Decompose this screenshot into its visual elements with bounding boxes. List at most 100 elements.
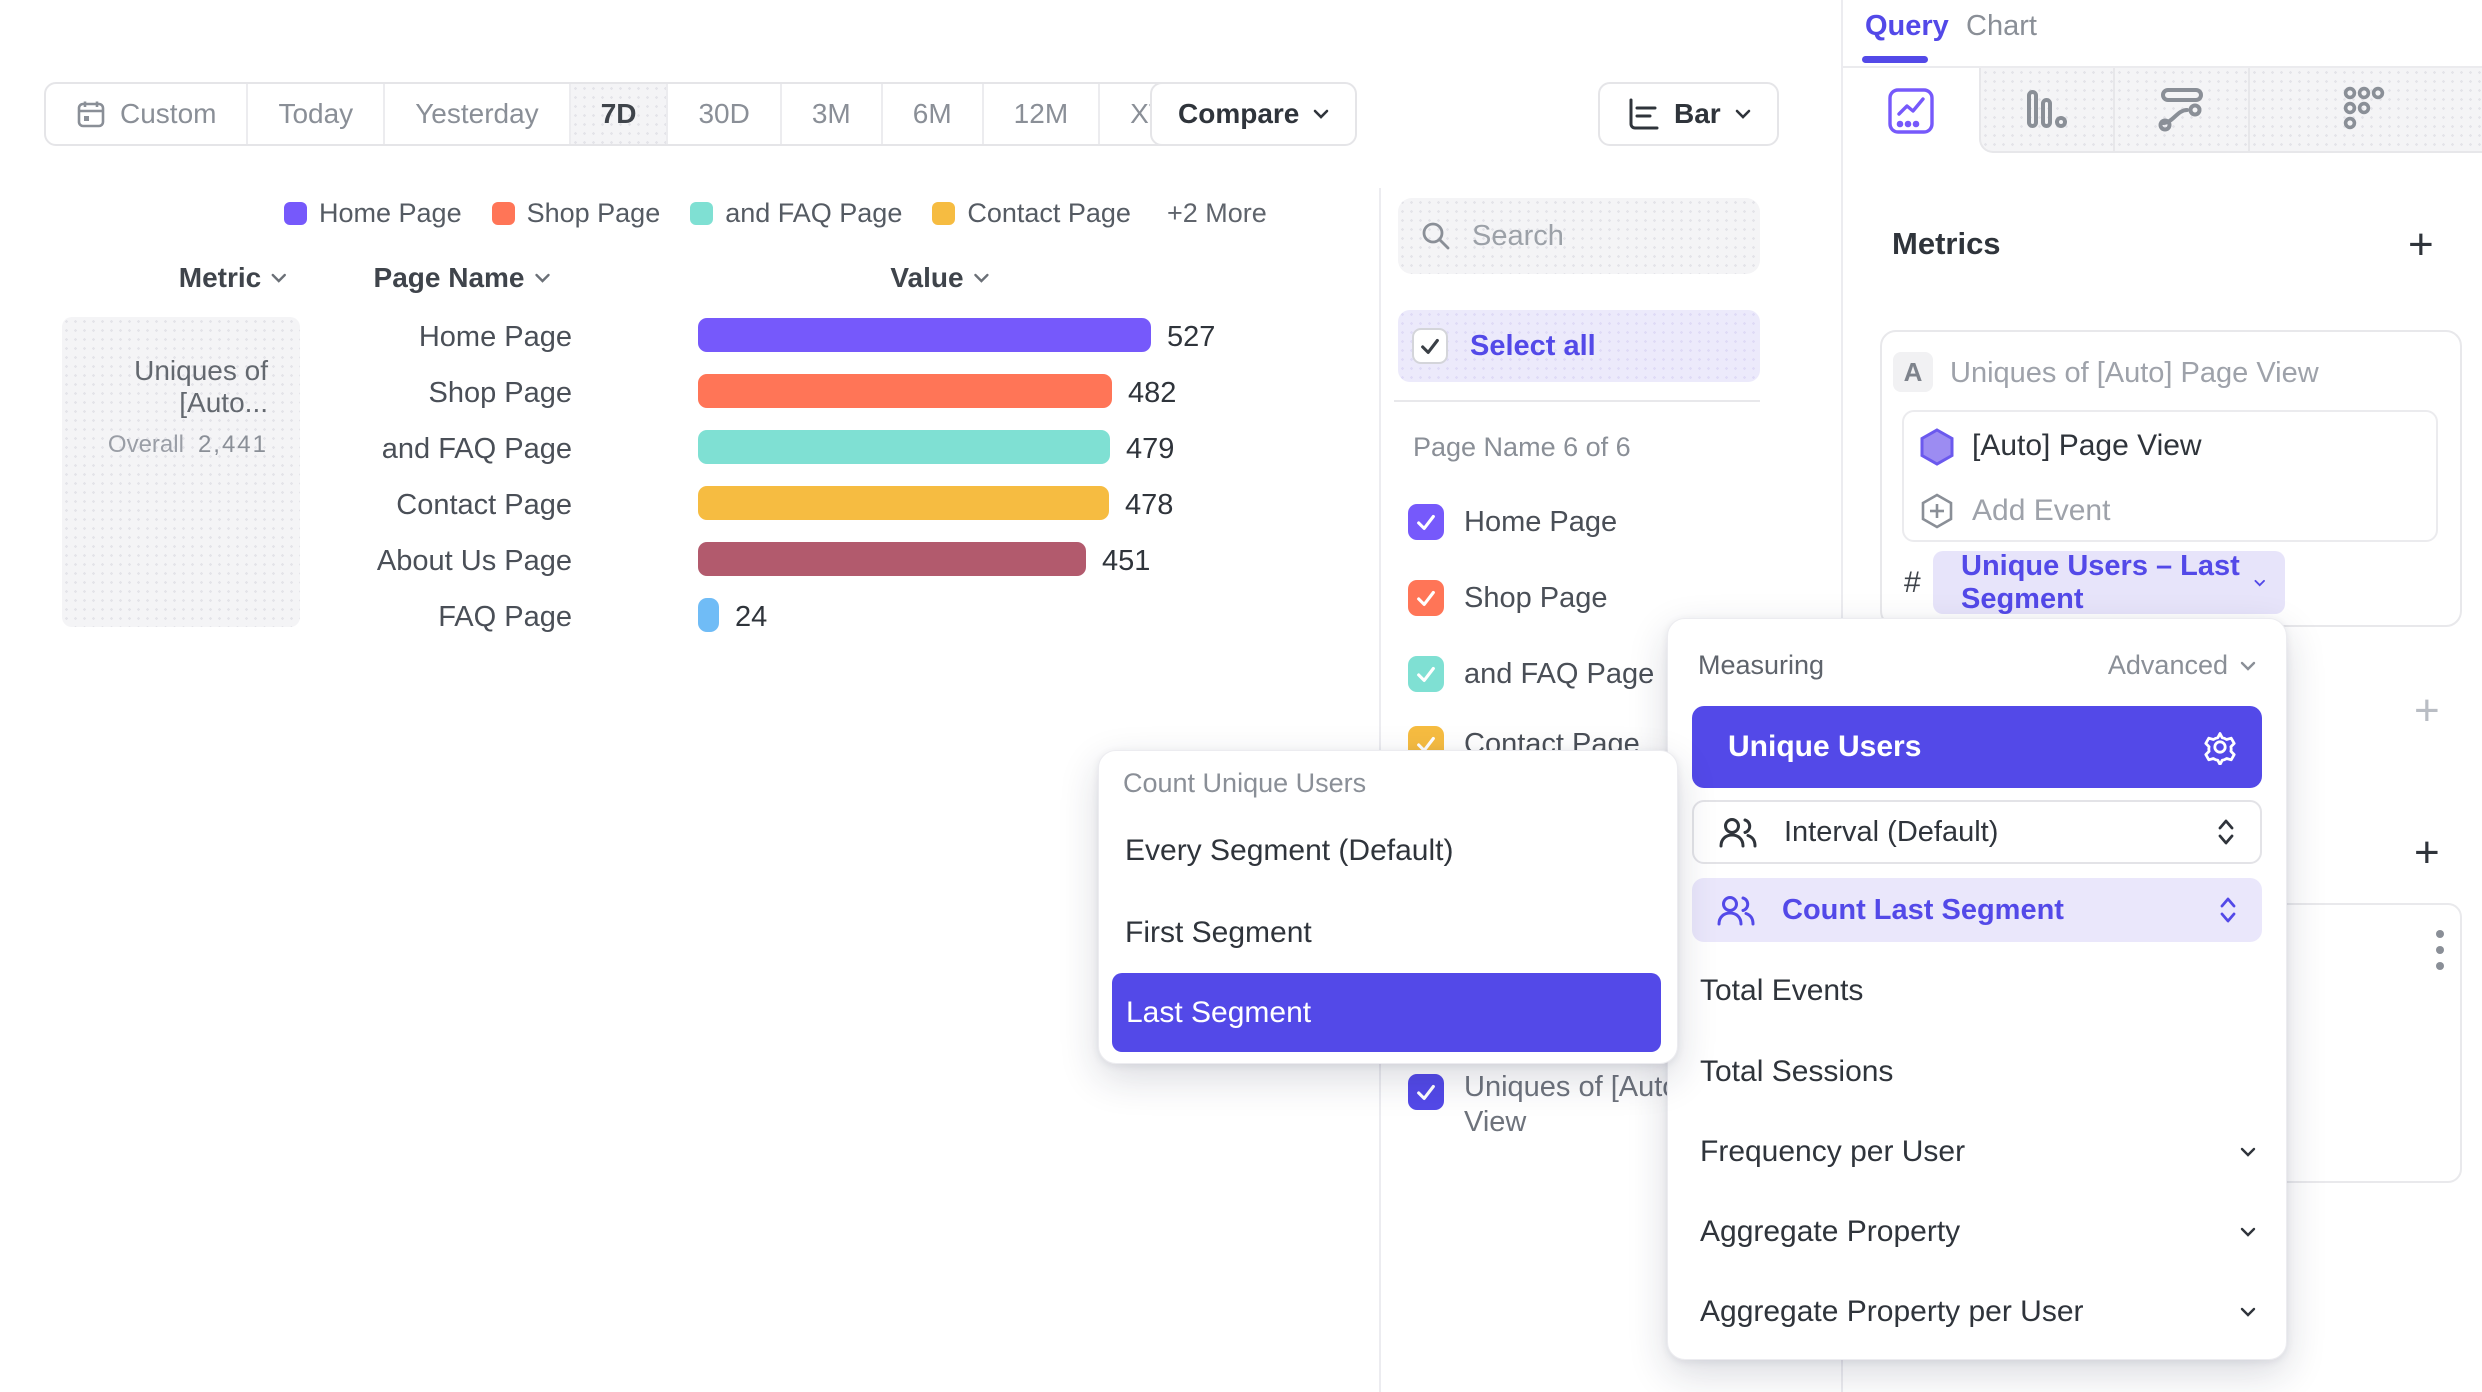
search-icon: [1420, 220, 1452, 252]
bar-shop-page[interactable]: [698, 374, 1112, 408]
stepper-icon[interactable]: [2216, 817, 2236, 847]
bar-value: 478: [1125, 489, 1173, 522]
list-item-label: Home Page: [1464, 506, 1617, 539]
row-label[interactable]: About Us Page: [242, 545, 572, 578]
event-name[interactable]: [Auto] Page View: [1972, 429, 2202, 463]
date-range-custom[interactable]: Custom: [46, 84, 248, 144]
flow-icon: [2155, 85, 2209, 135]
legend-label: Shop Page: [527, 198, 661, 229]
measuring-option-frequency-per-user[interactable]: Frequency per User: [1700, 1135, 2256, 1169]
advanced-toggle[interactable]: Advanced: [2040, 650, 2256, 681]
column-header-value[interactable]: Value: [890, 262, 989, 294]
date-range-12m[interactable]: 12M: [984, 84, 1100, 144]
segment-option-every-segment[interactable]: Every Segment (Default): [1125, 834, 1453, 868]
legend-item[interactable]: Home Page: [284, 198, 462, 229]
metric-cell-title: Uniques of [Auto...: [62, 355, 268, 419]
bar-home-page[interactable]: [698, 318, 1151, 352]
checkbox-checked[interactable]: [1408, 656, 1444, 692]
date-range-6m[interactable]: 6M: [883, 84, 984, 144]
active-tab-underline: [1862, 56, 1928, 63]
check-icon: [1415, 511, 1437, 533]
metric-cell-overall: Overall2,441: [62, 431, 268, 459]
select-all-row[interactable]: Select all: [1398, 310, 1760, 382]
row-label[interactable]: and FAQ Page: [242, 433, 572, 466]
viz-tab-funnels[interactable]: [1979, 68, 2113, 153]
select-all-checkbox[interactable]: [1412, 328, 1448, 364]
measure-dropdown-pill[interactable]: Unique Users – Last Segment: [1933, 551, 2285, 614]
date-range-label: Yesterday: [415, 98, 539, 130]
bar-value: 451: [1102, 545, 1150, 578]
measure-hash: #: [1904, 566, 1921, 600]
tab-chart[interactable]: Chart: [1966, 10, 2037, 43]
column-header-page-name[interactable]: Page Name: [374, 262, 551, 294]
segment-count-label: Page Name 6 of 6: [1413, 432, 1631, 463]
add-metric-button[interactable]: +: [2408, 230, 2434, 260]
search-input[interactable]: Search: [1398, 198, 1760, 274]
tab-query[interactable]: Query: [1865, 10, 1949, 43]
bar-value: 482: [1128, 377, 1176, 410]
measuring-option-aggregate-property-per-user[interactable]: Aggregate Property per User: [1700, 1295, 2256, 1329]
date-range-today[interactable]: Today: [248, 84, 385, 144]
row-label[interactable]: Shop Page: [242, 377, 572, 410]
legend-item[interactable]: Shop Page: [492, 198, 661, 229]
date-range-label: 12M: [1014, 98, 1068, 130]
measuring-row-count-last-segment[interactable]: Count Last Segment: [1692, 878, 2262, 942]
metric-cell[interactable]: Uniques of [Auto... Overall2,441: [62, 317, 300, 627]
chart-type-dropdown[interactable]: Bar: [1598, 82, 1779, 146]
viz-tab-flows[interactable]: [2113, 68, 2248, 153]
overall-label: Overall: [108, 431, 184, 458]
segment-option-last-segment-selected[interactable]: Last Segment: [1112, 973, 1661, 1052]
date-range-yesterday[interactable]: Yesterday: [385, 84, 571, 144]
measuring-option-unique-users-selected[interactable]: Unique Users: [1692, 706, 2262, 788]
date-range-7d-selected[interactable]: 7D: [571, 84, 669, 144]
legend-label: Home Page: [319, 198, 462, 229]
bar-chart-icon: [1626, 97, 1660, 131]
row-label: Interval (Default): [1784, 816, 2190, 849]
chart-legend: Home Page Shop Page and FAQ Page Contact…: [284, 198, 1267, 229]
chevron-down-icon: [534, 273, 550, 283]
row-label[interactable]: FAQ Page: [242, 601, 572, 634]
option-label: Total Events: [1700, 974, 1863, 1008]
measuring-option-total-sessions[interactable]: Total Sessions: [1700, 1055, 2256, 1089]
list-item-shop-page[interactable]: Shop Page: [1408, 580, 1608, 616]
gear-icon[interactable]: [2202, 729, 2238, 765]
advanced-label: Advanced: [2108, 650, 2228, 681]
segment-option-first-segment[interactable]: First Segment: [1125, 916, 1312, 950]
viz-tab-insights-active[interactable]: [1843, 68, 1979, 153]
row-label[interactable]: Contact Page: [242, 489, 572, 522]
legend-more[interactable]: +2 More: [1167, 198, 1267, 229]
date-range-label: 3M: [812, 98, 851, 130]
chevron-down-icon: [2254, 578, 2265, 588]
legend-label: Contact Page: [967, 198, 1131, 229]
add-filter-button[interactable]: +: [2414, 696, 2440, 726]
column-header-metric[interactable]: Metric: [179, 262, 287, 294]
check-icon: [1415, 1081, 1437, 1103]
date-range-3m[interactable]: 3M: [782, 84, 883, 144]
kebab-menu-icon[interactable]: [2432, 928, 2448, 974]
measuring-option-total-events[interactable]: Total Events: [1700, 974, 2256, 1008]
legend-item[interactable]: and FAQ Page: [690, 198, 902, 229]
bar-faq-page[interactable]: [698, 598, 719, 632]
checkbox-checked[interactable]: [1408, 1074, 1444, 1110]
list-item-and-faq-page[interactable]: and FAQ Page: [1408, 656, 1654, 692]
measuring-row-interval[interactable]: Interval (Default): [1692, 800, 2262, 864]
date-range-30d[interactable]: 30D: [668, 84, 781, 144]
measuring-option-aggregate-property[interactable]: Aggregate Property: [1700, 1215, 2256, 1249]
list-item-home-page[interactable]: Home Page: [1408, 504, 1617, 540]
users-icon: [1718, 815, 1758, 849]
compare-button[interactable]: Compare: [1150, 82, 1357, 146]
stepper-icon[interactable]: [2218, 895, 2238, 925]
row-label[interactable]: Home Page: [242, 321, 572, 354]
checkbox-checked[interactable]: [1408, 504, 1444, 540]
add-event-label[interactable]: Add Event: [1972, 494, 2110, 528]
viz-tab-retention[interactable]: [2248, 68, 2482, 153]
checkbox-checked[interactable]: [1408, 580, 1444, 616]
date-range-label: 30D: [698, 98, 749, 130]
chevron-down-icon: [271, 273, 287, 283]
legend-item[interactable]: Contact Page: [932, 198, 1131, 229]
bar-about-us-page[interactable]: [698, 542, 1086, 576]
bar-and-faq-page[interactable]: [698, 430, 1110, 464]
bar-contact-page[interactable]: [698, 486, 1109, 520]
add-breakdown-button[interactable]: +: [2414, 838, 2440, 868]
chevron-down-icon: [2240, 1227, 2256, 1237]
